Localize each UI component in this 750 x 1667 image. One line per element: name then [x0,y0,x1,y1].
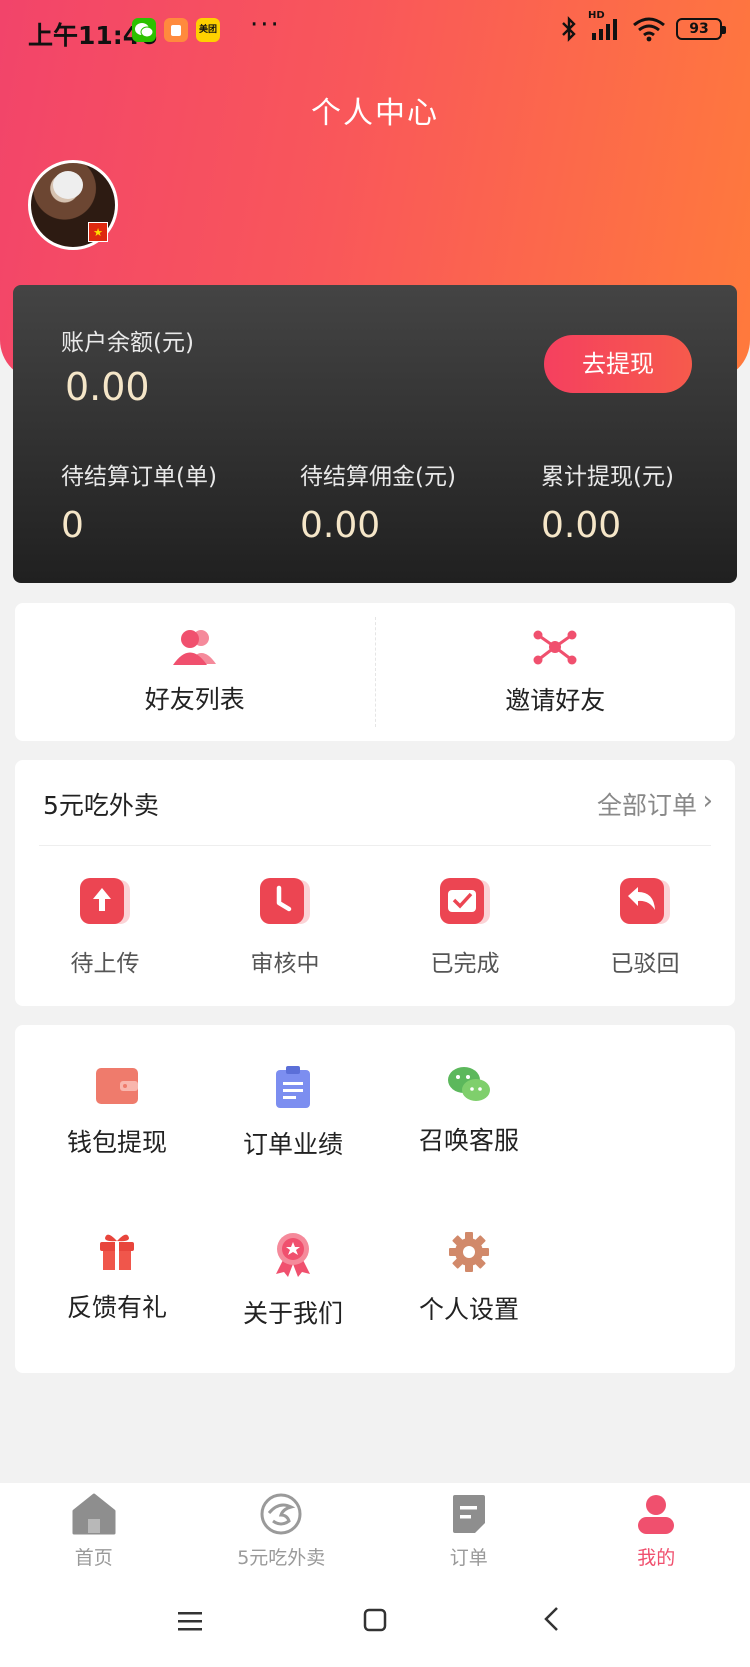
order-status-rejected[interactable]: 已驳回 [555,876,735,978]
order-status-label: 已驳回 [610,951,680,977]
share-network-icon [533,630,577,665]
gift-icon [100,1234,134,1270]
wallet-withdraw-button[interactable]: 钱包提现 [29,1065,205,1230]
friend-list-button[interactable]: 好友列表 [15,603,375,741]
return-icon [620,878,670,924]
status-right: HD 93 [560,10,726,42]
service-label: 召唤客服 [418,1126,519,1155]
tab-orders[interactable]: 订单 [375,1483,563,1583]
order-document-icon [452,1495,485,1533]
order-performance-button[interactable]: 订单业绩 [205,1065,381,1230]
bluetooth-icon [562,16,576,42]
service-label: 订单业绩 [242,1130,343,1159]
friend-list-label: 好友列表 [144,685,245,714]
balance-label: 账户余额(元) [61,330,194,356]
service-label: 反馈有礼 [66,1293,167,1322]
status-bar: 上午11:46 美团 ··· HD 93 [0,0,750,64]
orders-title: 5元吃外卖 [43,791,159,820]
pending-commission-value: 0.00 [300,505,381,546]
pending-commission-stat: 待结算佣金(元) 0.00 [300,457,520,546]
badge-icon [276,1233,310,1277]
about-us-button[interactable]: 关于我们 [205,1230,381,1395]
orders-header: 5元吃外卖 全部订单 › [39,760,713,846]
tab-home[interactable]: 首页 [0,1483,188,1583]
tab-label: 5元吃外卖 [237,1547,326,1569]
app-notification-icon [164,18,188,42]
balance-card: 账户余额(元) 0.00 去提现 待结算订单(单) 0 待结算佣金(元) 0.0… [13,285,737,583]
system-navigation-bar [0,1583,750,1667]
flag-badge-icon: ★ [88,222,108,242]
tab-label: 首页 [74,1547,113,1569]
pending-orders-label: 待结算订单(单) [61,464,217,490]
order-status-pending-upload[interactable]: 待上传 [15,876,195,978]
friends-icon [172,630,216,665]
gear-icon [449,1232,489,1272]
wallet-icon [96,1068,138,1104]
service-label: 关于我们 [242,1299,343,1328]
tab-label: 订单 [449,1547,488,1569]
chevron-right-icon[interactable]: › [703,786,713,816]
balance-value: 0.00 [65,365,150,409]
invite-friends-button[interactable]: 邀请好友 [376,603,736,741]
all-orders-link[interactable]: 全部订单 [597,786,697,822]
page-title: 个人中心 [311,96,439,131]
pending-commission-label: 待结算佣金(元) [300,464,456,490]
order-status-label: 待上传 [70,951,140,977]
pending-orders-stat: 待结算订单(单) 0 [61,457,281,546]
wechat-icon [448,1067,490,1101]
total-withdrawn-label: 累计提现(元) [541,464,674,490]
wifi-icon [633,17,665,42]
order-status-label: 已完成 [430,951,500,977]
pending-orders-value: 0 [61,505,84,546]
feedback-gift-button[interactable]: 反馈有礼 [29,1230,205,1395]
order-status-completed[interactable]: 已完成 [375,876,555,978]
takeout-logo-icon [260,1493,302,1535]
total-withdrawn-value: 0.00 [541,505,622,546]
more-notifications: ··· [250,10,281,40]
back-icon[interactable] [542,1605,562,1640]
clipboard-icon [276,1066,310,1108]
invite-friends-label: 邀请好友 [505,686,606,715]
home-square-icon[interactable] [363,1605,387,1640]
signal-icon: HD [588,10,622,42]
bottom-tab-bar: 首页 5元吃外卖 订单 我的 [0,1483,750,1583]
tab-label: 我的 [637,1547,676,1569]
personal-settings-button[interactable]: 个人设置 [381,1230,557,1395]
network-type: HD [588,10,605,21]
user-icon [638,1495,675,1534]
friends-card: 好友列表 邀请好友 [15,603,735,741]
upload-icon [80,878,130,924]
tab-takeout[interactable]: 5元吃外卖 [188,1483,376,1583]
check-icon [440,878,490,924]
clock-icon [260,878,310,924]
battery-icon: 93 [676,18,726,40]
withdraw-button[interactable]: 去提现 [544,335,692,393]
customer-service-button[interactable]: 召唤客服 [381,1065,557,1230]
order-status-label: 审核中 [250,951,320,977]
home-icon [72,1493,116,1535]
avatar-figure [53,171,83,199]
order-status-row: 待上传 审核中 已完成 已驳回 [15,846,735,978]
total-withdrawn-stat: 累计提现(元) 0.00 [541,457,750,546]
orders-card: 5元吃外卖 全部订单 › 待上传 审核中 已完成 已驳回 [15,760,735,1006]
service-label: 钱包提现 [66,1128,167,1157]
order-status-reviewing[interactable]: 审核中 [195,876,375,978]
service-label: 个人设置 [418,1295,519,1324]
meituan-notification-icon: 美团 [196,18,220,42]
tab-mine[interactable]: 我的 [563,1483,750,1583]
services-card: 钱包提现 订单业绩 召唤客服 反馈有礼 关于我们 个人设置 [15,1025,735,1373]
wechat-notification-icon [132,18,156,42]
menu-icon[interactable] [178,1605,204,1640]
